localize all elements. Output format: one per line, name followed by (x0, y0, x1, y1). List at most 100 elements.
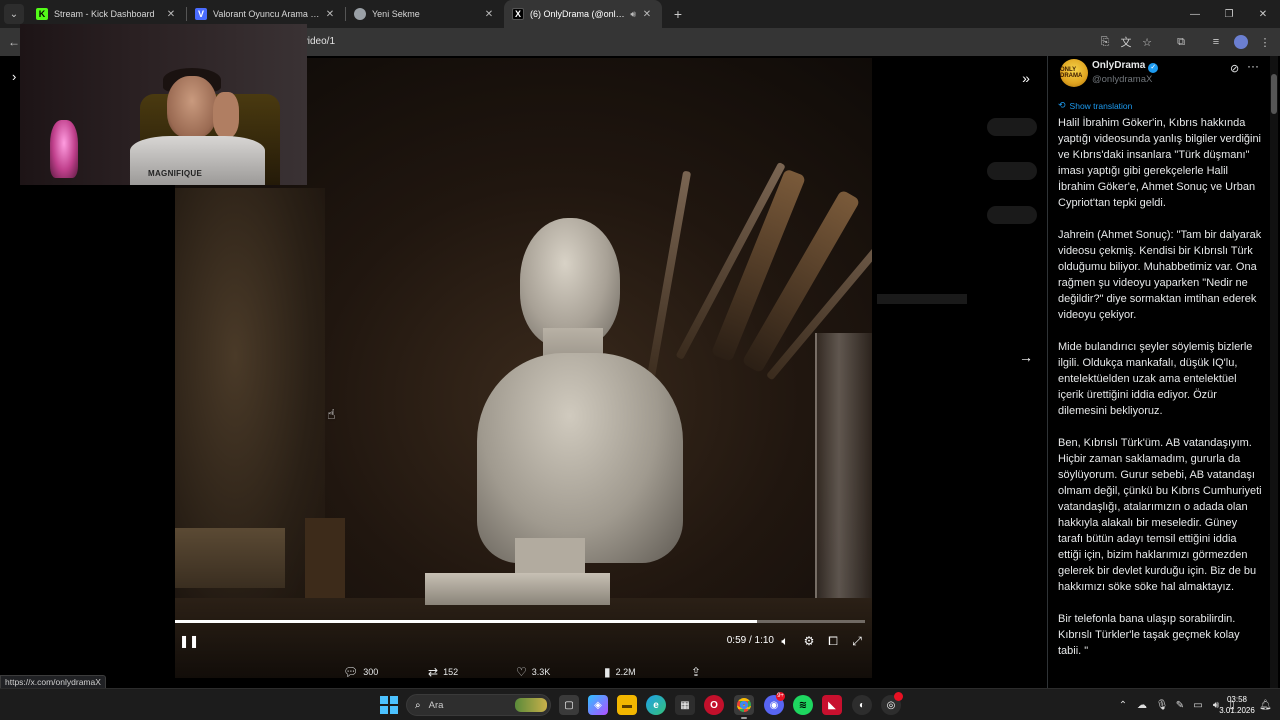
video-time: 0:59 / 1:10 (726, 635, 774, 646)
microphone-icon[interactable]: 🎙︎ (1153, 700, 1171, 711)
taskbar-clock[interactable]: 03:58 3.01.2026 (1217, 694, 1257, 716)
x-favicon-icon: X (512, 8, 524, 20)
copilot-icon[interactable]: ◈ (588, 695, 608, 715)
repost-count: 152 (443, 667, 459, 677)
task-view-icon[interactable]: ▢ (559, 695, 579, 715)
notification-bell-icon[interactable]: 🔔︎ (1259, 689, 1272, 720)
cloud-icon[interactable]: ☁ (1131, 700, 1153, 711)
reply-count: 300 (363, 667, 379, 677)
store-icon[interactable]: ▦ (675, 695, 695, 715)
tab-search-button[interactable]: ⌄ (4, 4, 24, 24)
author-handle[interactable]: @onlydramaX (1092, 74, 1152, 85)
like-count: 3.3K (531, 667, 551, 677)
ghost-follow-button (987, 162, 1037, 180)
tab-close-icon[interactable]: ✕ (323, 9, 337, 20)
pause-icon[interactable]: ❚❚ (179, 632, 199, 650)
app-icon[interactable]: ◐ (852, 695, 872, 715)
windows-start-icon[interactable] (380, 696, 398, 714)
collapse-panel-icon[interactable]: » (1017, 69, 1035, 87)
address-bar[interactable]: /video/1 (300, 32, 1080, 52)
panel-scroll-thumb[interactable] (1271, 74, 1277, 114)
video-progress-bar[interactable] (175, 620, 865, 623)
volume-icon[interactable]: 🔈︎ (776, 632, 794, 650)
bookmark-star-icon[interactable]: ☆ (1139, 34, 1155, 50)
settings-gear-icon[interactable]: ⚙ (800, 632, 818, 650)
speaker-icon[interactable]: 🔊︎ (630, 9, 636, 20)
spotify-icon[interactable]: ≋ (793, 695, 813, 715)
translate-icon: ⟲ (1058, 100, 1066, 110)
tab-new-tab[interactable]: Yeni Sekme ✕ (346, 0, 504, 28)
repost-icon: ⇄ (428, 665, 439, 679)
file-explorer-icon[interactable]: ▬ (617, 695, 637, 715)
media-control-icon[interactable]: ≡ (1208, 34, 1224, 50)
chrome-icon (737, 698, 751, 712)
plaque-image (175, 528, 285, 588)
maximize-icon[interactable]: ❐ (1212, 0, 1246, 28)
browser-menu-icon[interactable]: ⋮ (1257, 34, 1273, 50)
white-bust-stem (515, 538, 585, 578)
fullscreen-icon[interactable]: ⤢ (848, 632, 866, 650)
tab-close-icon[interactable]: ✕ (640, 9, 654, 20)
new-tab-button[interactable]: + (666, 6, 690, 22)
panel-scrollbar[interactable] (1270, 56, 1278, 688)
grok-icon[interactable]: ⊘ (1230, 62, 1239, 75)
chevron-up-icon[interactable]: ⌃ (1115, 700, 1131, 711)
streamer-face (167, 76, 217, 138)
verified-badge-icon: ✓ (1148, 63, 1159, 73)
analytics-icon: ▮ (604, 665, 611, 679)
like-button[interactable]: ♡ 3.3K (516, 661, 550, 683)
white-bust-base (425, 573, 610, 605)
tab-onlydrama[interactable]: X (6) OnlyDrama (@onlydrama 🔊︎ ✕ (504, 0, 662, 28)
translate-icon[interactable]: 文 (1118, 34, 1134, 50)
notification-dot (894, 692, 903, 701)
search-highlight-image (515, 698, 547, 712)
extensions-icon[interactable]: ⧉ (1173, 34, 1189, 50)
install-app-icon[interactable]: ⎘ (1097, 34, 1113, 50)
webcam-overlay: MAGNIFIQUE (20, 24, 307, 185)
video-controls: ❚❚ 0:59 / 1:10 🔈︎ ⚙ ⧠ ⤢ (175, 628, 872, 654)
close-window-icon[interactable]: ✕ (1246, 0, 1280, 28)
more-options-icon[interactable]: ··· (1247, 59, 1259, 73)
video-progress-fill (175, 620, 757, 623)
clock-date: 3.01.2026 (1219, 706, 1255, 715)
pencil-holder-image (615, 138, 872, 398)
show-translation-link[interactable]: ⟲ Show translation (1058, 100, 1268, 111)
chrome-taskbar-button[interactable] (734, 695, 754, 715)
author-name[interactable]: OnlyDrama ✓ (1092, 60, 1159, 73)
search-placeholder: Ara (428, 699, 444, 711)
tab-close-icon[interactable]: ✕ (482, 9, 496, 20)
taskbar-search[interactable]: ⌕ Ara (406, 694, 551, 716)
tweet-paragraph: Halil İbrahim Göker'in, Kıbrıs hakkında … (1058, 117, 1262, 209)
author-name-text: OnlyDrama (1092, 60, 1146, 71)
avatar[interactable]: ONLY DRAMA (1060, 59, 1088, 87)
repost-button[interactable]: ⇄ 152 (428, 661, 458, 683)
ghost-follow-button (987, 206, 1037, 224)
edge-icon[interactable]: e (646, 695, 666, 715)
chrome-favicon-icon (354, 8, 366, 20)
tab-title: (6) OnlyDrama (@onlydrama (530, 9, 626, 19)
network-icon[interactable]: ▭ (1189, 700, 1207, 711)
wooden-block-image (305, 518, 345, 598)
show-translation-label: Show translation (1069, 100, 1133, 111)
reply-button[interactable]: 💬︎ 300 (343, 661, 378, 683)
tab-close-icon[interactable]: ✕ (164, 9, 178, 20)
opera-icon[interactable]: O (704, 695, 724, 715)
share-button[interactable]: ⇪ (691, 661, 706, 683)
profile-avatar-icon[interactable] (1233, 34, 1249, 50)
discord-notification-badge: 9+ (776, 692, 785, 701)
window-controls: — ❐ ✕ (1178, 0, 1280, 28)
shirt-print: MAGNIFIQUE (148, 169, 203, 178)
picture-in-picture-icon[interactable]: ⧠ (824, 632, 842, 650)
views-button[interactable]: ▮ 2.2M (604, 661, 636, 683)
background-page-ghost (872, 56, 1047, 688)
clock-time: 03:58 (1226, 695, 1248, 704)
minimize-icon[interactable]: — (1178, 0, 1212, 28)
red-app-icon[interactable]: ◣ (822, 695, 842, 715)
next-media-arrow-icon[interactable]: → (1017, 348, 1035, 366)
reply-icon: 💬︎ (343, 665, 359, 679)
ghost-heading (877, 294, 967, 304)
pen-icon[interactable]: ✎ (1171, 700, 1189, 711)
status-bar-url: https://x.com/onlydramaX (0, 675, 106, 689)
pink-lamp-image (50, 120, 78, 178)
tab-title: Valorant Oyuncu Arama Platform (213, 9, 323, 19)
